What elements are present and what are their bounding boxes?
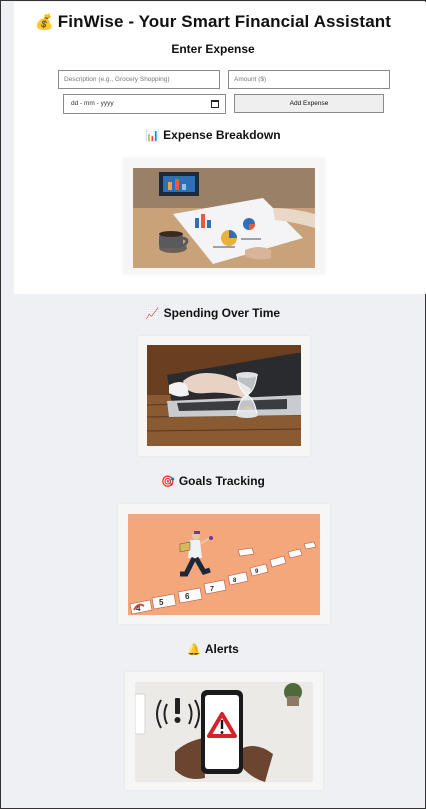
date-input[interactable]: dd - mm - yyyy bbox=[63, 94, 226, 114]
goals-tracking-heading: 🎯 Goals Tracking bbox=[0, 474, 426, 488]
alerts-image-card bbox=[125, 672, 323, 790]
spending-over-time-image bbox=[147, 345, 301, 446]
alerts-heading: 🔔 Alerts bbox=[0, 642, 426, 656]
enter-expense-heading: Enter Expense bbox=[171, 42, 255, 56]
spending-over-time-heading: 📈 Spending Over Time bbox=[0, 306, 426, 320]
date-placeholder: dd - mm - yyyy bbox=[71, 100, 114, 107]
amount-input[interactable] bbox=[228, 70, 390, 89]
target-icon: 🎯 bbox=[161, 476, 175, 488]
bar-chart-icon: 📊 bbox=[145, 130, 160, 142]
spending-over-time-image-card bbox=[138, 336, 310, 456]
calendar-icon[interactable] bbox=[211, 100, 219, 108]
expense-breakdown-title: Expense Breakdown bbox=[163, 128, 281, 142]
trend-chart-icon: 📈 bbox=[145, 308, 160, 320]
spending-over-time-title: Spending Over Time bbox=[163, 306, 281, 320]
svg-text:6: 6 bbox=[185, 592, 190, 601]
description-input[interactable] bbox=[58, 70, 220, 89]
expense-breakdown-heading: 📊 Expense Breakdown bbox=[0, 128, 426, 142]
expense-breakdown-image-card bbox=[123, 158, 325, 274]
alerts-title: Alerts bbox=[204, 642, 239, 656]
app-title-text: FinWise - Your Smart Financial Assistant bbox=[57, 12, 391, 31]
goals-tracking-title: Goals Tracking bbox=[178, 474, 265, 488]
svg-text:5: 5 bbox=[159, 598, 164, 607]
add-expense-button[interactable]: Add Expense bbox=[234, 94, 384, 113]
goals-tracking-image: 4 5 6 7 8 9 bbox=[128, 514, 320, 615]
money-bag-icon: 💰 bbox=[35, 14, 54, 31]
app-title: 💰 FinWise - Your Smart Financial Assistan… bbox=[0, 12, 426, 32]
svg-text:7: 7 bbox=[210, 586, 214, 593]
alerts-image bbox=[135, 682, 313, 782]
bell-icon: 🔔 bbox=[187, 644, 201, 656]
expense-breakdown-image bbox=[133, 168, 315, 268]
goals-tracking-image-card: 4 5 6 7 8 9 bbox=[118, 504, 330, 624]
